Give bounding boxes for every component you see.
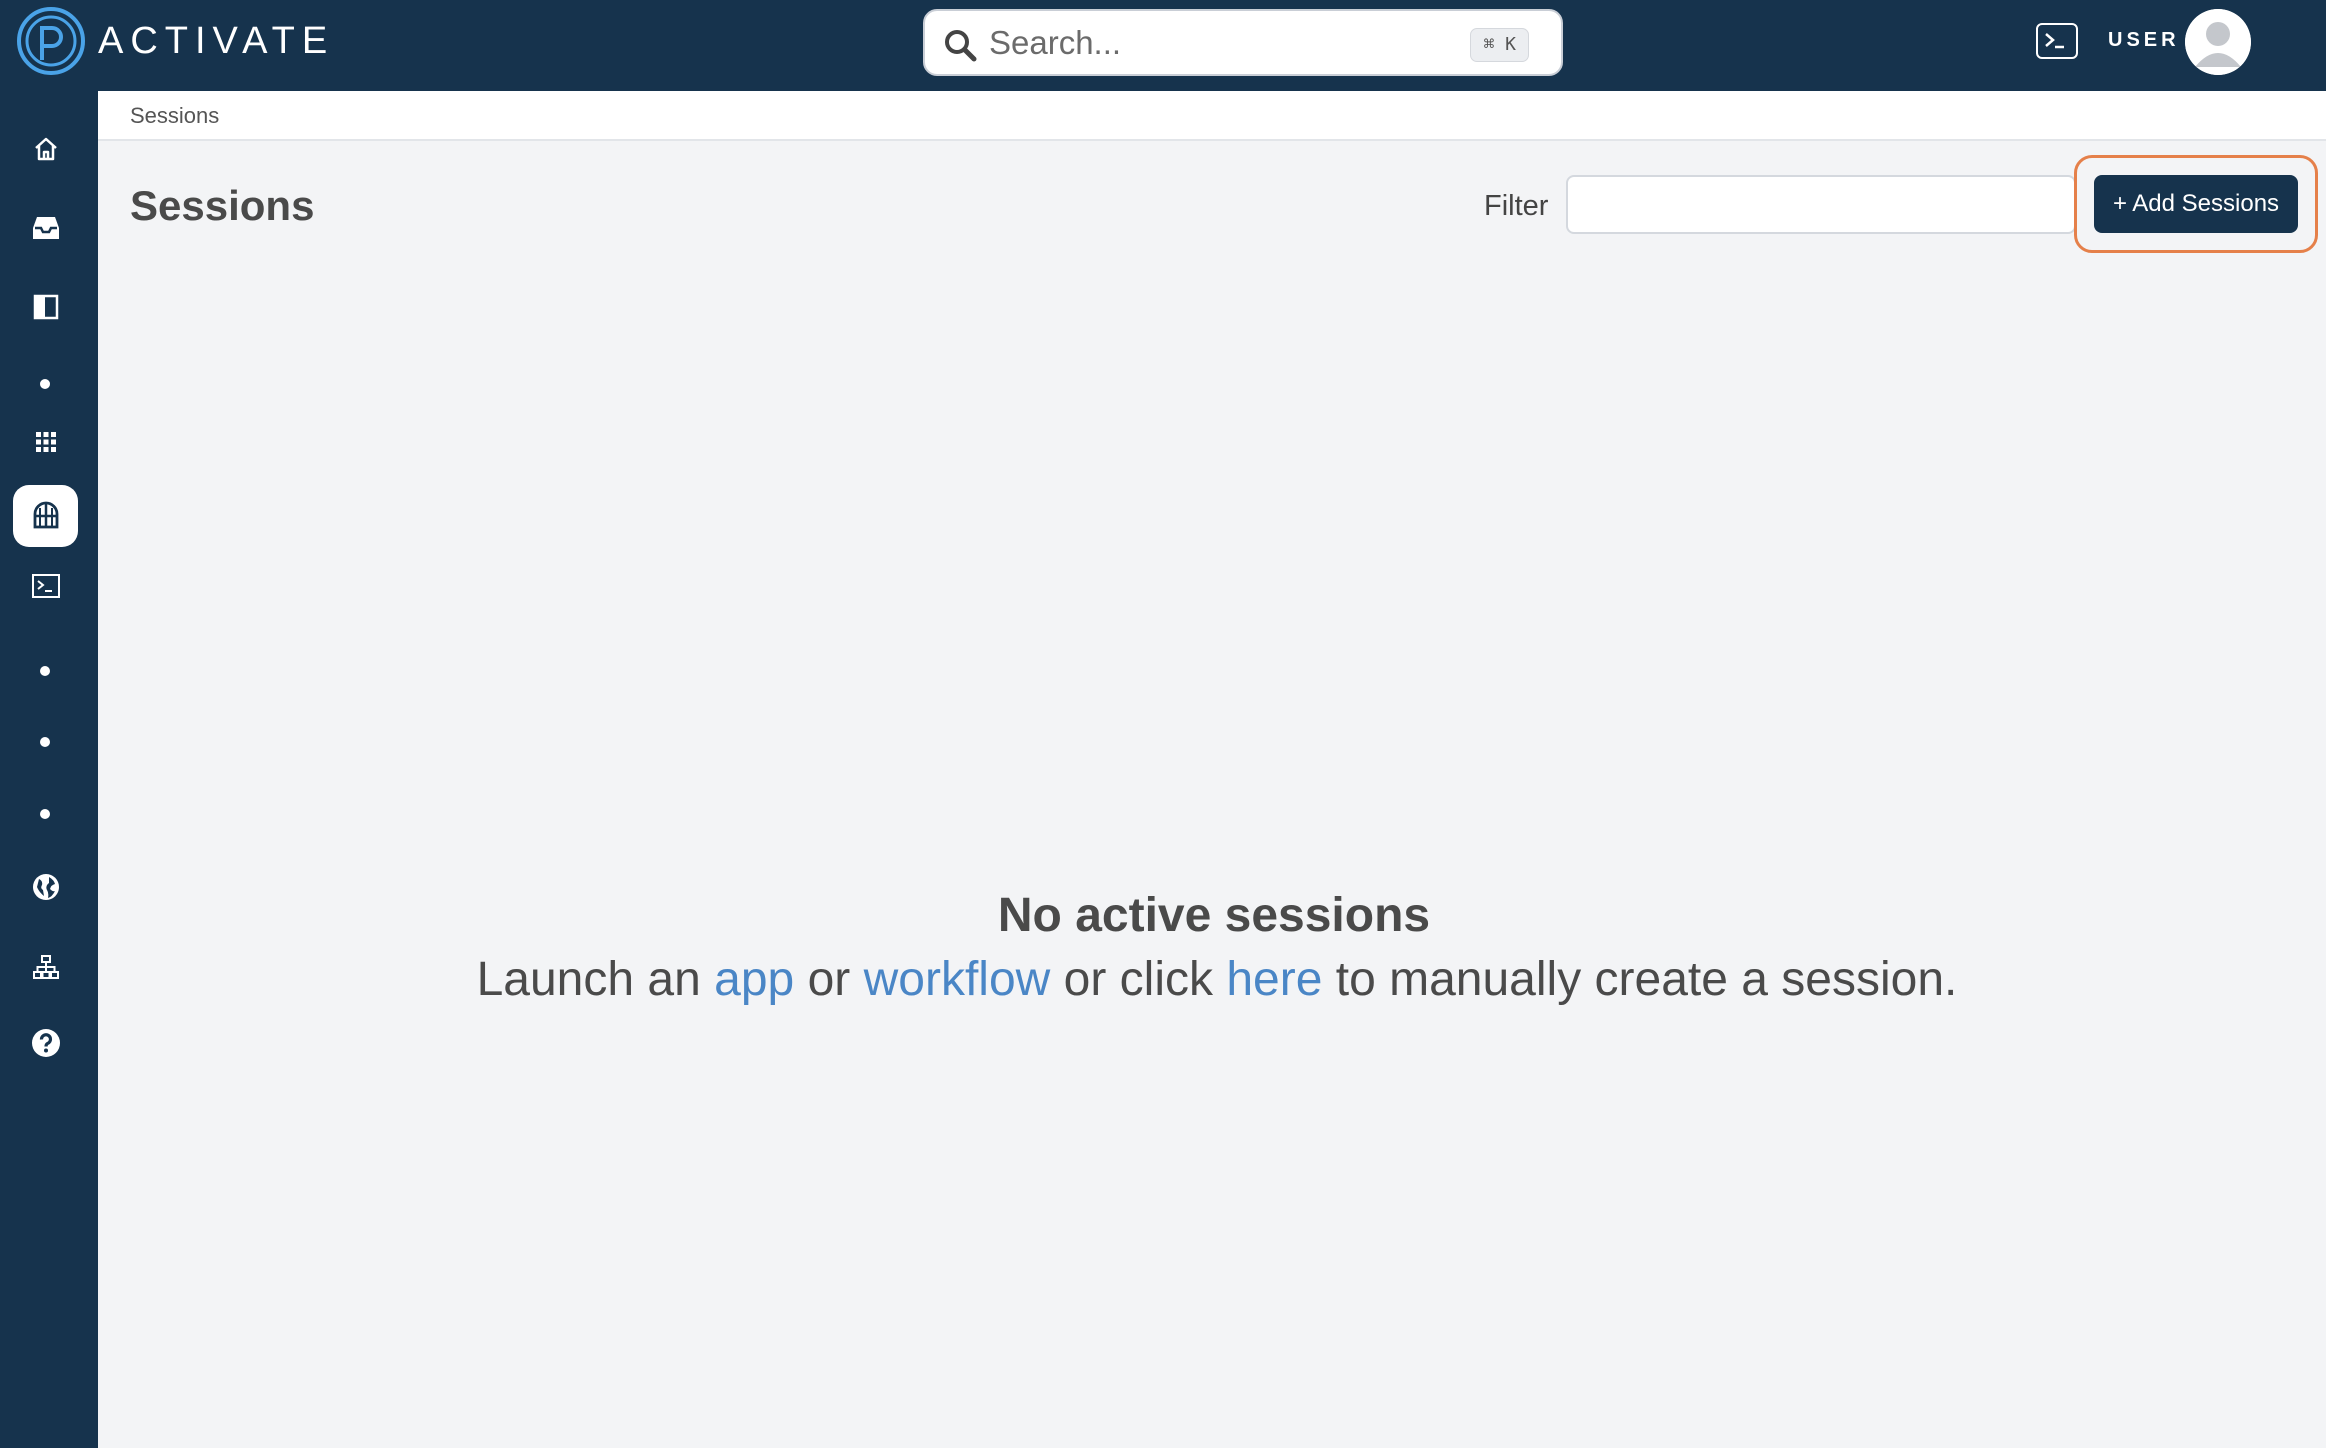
search-icon <box>945 30 977 62</box>
top-bar: ACTIVATE ⌘ K USER <box>0 0 2326 91</box>
sidebar-panel-icon <box>33 294 58 320</box>
logo[interactable]: ACTIVATE <box>16 6 334 76</box>
sidebar-dot-4[interactable] <box>40 809 50 819</box>
logo-icon <box>17 7 85 75</box>
sidebar-item-apps[interactable] <box>13 411 78 473</box>
apps-grid-icon <box>35 432 56 452</box>
inbox-icon <box>32 217 59 239</box>
empty-text-2: or <box>794 953 864 1006</box>
sidebar-item-home[interactable] <box>13 118 78 180</box>
home-icon <box>34 137 57 161</box>
sidebar-item-help[interactable] <box>13 1012 78 1074</box>
terminal-button[interactable] <box>2036 23 2078 59</box>
breadcrumb[interactable]: Sessions <box>130 103 219 129</box>
page-title: Sessions <box>130 182 315 229</box>
filter-label: Filter <box>1484 190 1549 222</box>
app-link[interactable]: app <box>714 953 794 1006</box>
sidebar-item-sessions[interactable] <box>13 485 78 547</box>
breadcrumb-bar: Sessions <box>98 91 2326 141</box>
sessions-icon <box>33 501 58 529</box>
sidebar-item-panel[interactable] <box>13 276 78 338</box>
search-shortcut-hint: ⌘ K <box>1470 28 1529 62</box>
empty-text-4: to manually create a session. <box>1322 953 1958 1006</box>
search-box[interactable]: ⌘ K <box>923 9 1563 76</box>
user-icon <box>2185 9 2251 75</box>
sidebar-item-terminal[interactable] <box>13 555 78 617</box>
add-sessions-button[interactable]: + Add Sessions <box>2094 175 2298 233</box>
empty-state-title: No active sessions <box>997 889 1431 942</box>
empty-text-3: or click <box>1050 953 1227 1006</box>
sidebar-dot-3[interactable] <box>40 737 50 747</box>
user-avatar[interactable] <box>2185 9 2251 75</box>
here-link[interactable]: here <box>1226 953 1322 1006</box>
workflow-link[interactable]: workflow <box>864 953 1051 1006</box>
logo-text: ACTIVATE <box>98 19 335 62</box>
filter-input[interactable] <box>1566 175 2076 234</box>
terminal-icon <box>2045 33 2064 49</box>
sidebar <box>0 91 98 1448</box>
sidebar-dot-2[interactable] <box>40 666 50 676</box>
sidebar-item-inbox[interactable] <box>13 197 78 259</box>
search-input[interactable] <box>989 21 1389 65</box>
user-label[interactable]: USER <box>2108 29 2180 52</box>
empty-state-message: Launch an app or workflow or click here … <box>0 952 2326 1007</box>
help-icon <box>31 1029 60 1057</box>
empty-text-1: Launch an <box>476 953 715 1006</box>
terminal-icon <box>31 574 60 598</box>
sidebar-dot-1[interactable] <box>40 379 50 389</box>
